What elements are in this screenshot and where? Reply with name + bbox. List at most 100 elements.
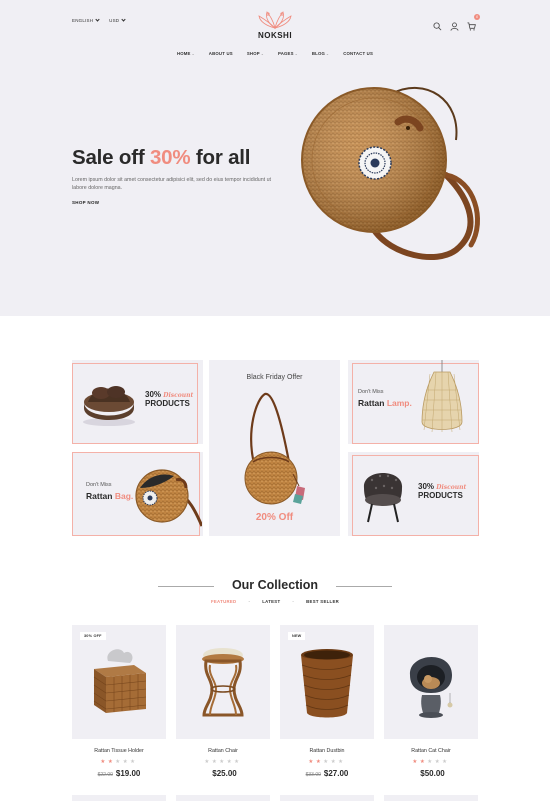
nav-label: CONTACT US bbox=[343, 51, 374, 56]
nav-label: BLOG bbox=[311, 51, 326, 56]
product-image-frame[interactable] bbox=[176, 625, 270, 739]
product-current-price: $27.00 bbox=[323, 769, 349, 778]
round-rattan-bag-image bbox=[301, 86, 481, 260]
product-card[interactable]: Rattan Cat Chair ★★★★★ $50.00 bbox=[384, 625, 478, 778]
currency-label: USD bbox=[109, 18, 120, 23]
star-icon: ★ bbox=[323, 759, 331, 765]
hero-banner: Sale off 30% for all Lorem ipsum dolor s… bbox=[0, 70, 550, 316]
product-name[interactable]: Rattan Chair bbox=[176, 748, 270, 754]
site-logo[interactable]: NOKSHI bbox=[250, 10, 300, 40]
shop-now-link[interactable]: SHOP NOW bbox=[72, 200, 99, 205]
title-divider-right bbox=[336, 586, 392, 587]
product-old-price: $33.00 bbox=[305, 772, 321, 778]
star-icon: ★ bbox=[115, 759, 123, 765]
promo-item-label: Lamp. bbox=[386, 398, 412, 408]
nav-label: SHOP bbox=[246, 51, 260, 56]
cart-count-badge: 0 bbox=[474, 14, 480, 20]
tab-featured[interactable]: FEATURED bbox=[211, 599, 236, 604]
hero-description: Lorem ipsum dolor sit amet consectetur a… bbox=[72, 177, 272, 192]
currency-dropdown[interactable]: USD bbox=[109, 17, 126, 23]
rattan-bag-image bbox=[135, 469, 202, 527]
product-card-next-row bbox=[176, 795, 270, 801]
product-card[interactable]: Rattan Chair ★★★★★ $25.00 bbox=[176, 625, 270, 778]
product-name[interactable]: Rattan Dustbin bbox=[280, 748, 374, 754]
logo-text: NOKSHI bbox=[257, 31, 293, 40]
product-current-price: $19.00 bbox=[115, 769, 141, 778]
promo-rattan-label: Rattan bbox=[358, 398, 385, 408]
user-icon[interactable] bbox=[450, 18, 459, 31]
header-tools: 0 bbox=[433, 14, 480, 31]
rattan-sling-bag-image bbox=[244, 392, 305, 505]
main-nav: HOME ⌄ ABOUT US SHOP ⌄ PAGES ⌄ BLOG ⌄ CONTAC… bbox=[0, 51, 550, 56]
collection-title: Our Collection bbox=[231, 578, 319, 592]
rattan-ottoman-image bbox=[83, 386, 135, 426]
product-card[interactable]: NEW Rattan Dustbin ★★★★★ $33.00 $27.00 bbox=[280, 625, 374, 778]
promo-dont-miss: Don't Miss bbox=[358, 389, 384, 395]
promo-text: 30% Discount PRODUCTS bbox=[145, 390, 193, 408]
product-old-price: $22.00 bbox=[97, 772, 113, 778]
product-card-next-row bbox=[280, 795, 374, 801]
product-image-frame[interactable]: NEW bbox=[280, 625, 374, 739]
product-name[interactable]: Rattan Tissue Holder bbox=[72, 748, 166, 754]
hero-title: Sale off 30% for all bbox=[72, 146, 251, 170]
product-current-price: $25.00 bbox=[212, 769, 237, 778]
star-icon: ★ bbox=[100, 759, 108, 765]
promo-card-lamp[interactable]: Don't Miss Rattan Lamp. bbox=[348, 360, 479, 444]
nav-contact-us[interactable]: CONTACT US bbox=[343, 51, 373, 56]
nav-blog[interactable]: BLOG ⌄ bbox=[312, 51, 329, 56]
product-image-frame[interactable] bbox=[384, 625, 478, 739]
nav-label: ABOUT US bbox=[208, 51, 233, 56]
nav-about-us[interactable]: ABOUT US bbox=[209, 51, 233, 56]
logo-mark-icon bbox=[258, 11, 292, 29]
hero-title-post: for all bbox=[190, 146, 251, 169]
hero-title-percent: 30% bbox=[149, 146, 191, 169]
promo-percent: 30% bbox=[418, 482, 435, 491]
product-rating: ★★★★★ bbox=[72, 759, 166, 765]
product-price: $25.00 bbox=[176, 769, 270, 778]
product-current-price: $50.00 bbox=[420, 769, 445, 778]
promo-discount-label: Discount bbox=[163, 392, 194, 399]
cart-icon[interactable]: 0 bbox=[467, 14, 480, 31]
nav-label: PAGES bbox=[277, 51, 294, 56]
black-friday-discount: 20% Off bbox=[255, 512, 294, 523]
chevron-down-icon: ⌄ bbox=[294, 51, 298, 56]
product-card-next-row bbox=[72, 795, 166, 801]
rattan-stool-image bbox=[202, 648, 244, 717]
tab-separator: - bbox=[292, 599, 295, 604]
chevron-down-icon: ⌄ bbox=[326, 51, 330, 56]
promo-discount-label: Discount bbox=[436, 484, 467, 491]
header-settings: ENGLISH USD bbox=[72, 17, 126, 23]
star-icon: ★ bbox=[204, 759, 212, 765]
star-icon: ★ bbox=[427, 759, 435, 765]
product-badge: 30% OFF bbox=[80, 632, 106, 640]
promo-card-black-friday[interactable]: Black Friday Offer 20% Off bbox=[209, 360, 340, 536]
hero-title-pre: Sale off bbox=[72, 146, 150, 169]
promo-rattan-lamp: Rattan Lamp. bbox=[358, 398, 412, 408]
promo-card-chair[interactable]: 30% Discount PRODUCTS bbox=[348, 452, 479, 536]
nav-shop[interactable]: SHOP ⌄ bbox=[247, 51, 264, 56]
tab-best-seller[interactable]: BEST SELLER bbox=[306, 599, 339, 604]
nav-pages[interactable]: PAGES ⌄ bbox=[278, 51, 298, 56]
tab-latest[interactable]: LATEST bbox=[262, 599, 280, 604]
product-rating: ★★★★★ bbox=[176, 759, 270, 765]
star-icon: ★ bbox=[308, 759, 316, 765]
product-price: $33.00 $27.00 bbox=[280, 769, 374, 778]
promo-card-bag[interactable]: Don't Miss Rattan Bag. bbox=[72, 452, 203, 536]
promo-grid: 30% Discount PRODUCTS Don't Miss Rattan … bbox=[0, 316, 550, 556]
language-dropdown[interactable]: ENGLISH bbox=[72, 17, 100, 23]
product-card[interactable]: 30% OFF Rattan Tissue Holder ★★★★★ $22.0… bbox=[72, 625, 166, 778]
star-icon: ★ bbox=[442, 759, 450, 765]
star-icon: ★ bbox=[412, 759, 420, 765]
star-icon: ★ bbox=[234, 759, 242, 765]
chevron-down-icon: ⌄ bbox=[191, 51, 195, 56]
promo-dont-miss: Don't Miss bbox=[86, 482, 112, 488]
product-rating: ★★★★★ bbox=[280, 759, 374, 765]
tissue-holder-image bbox=[93, 649, 147, 713]
product-price: $50.00 bbox=[384, 769, 478, 778]
search-icon[interactable] bbox=[433, 18, 442, 31]
star-icon: ★ bbox=[219, 759, 227, 765]
product-name[interactable]: Rattan Cat Chair bbox=[384, 748, 478, 754]
promo-card-ottoman[interactable]: 30% Discount PRODUCTS bbox=[72, 360, 203, 444]
nav-home[interactable]: HOME ⌄ bbox=[177, 51, 195, 56]
product-image-frame[interactable]: 30% OFF bbox=[72, 625, 166, 739]
